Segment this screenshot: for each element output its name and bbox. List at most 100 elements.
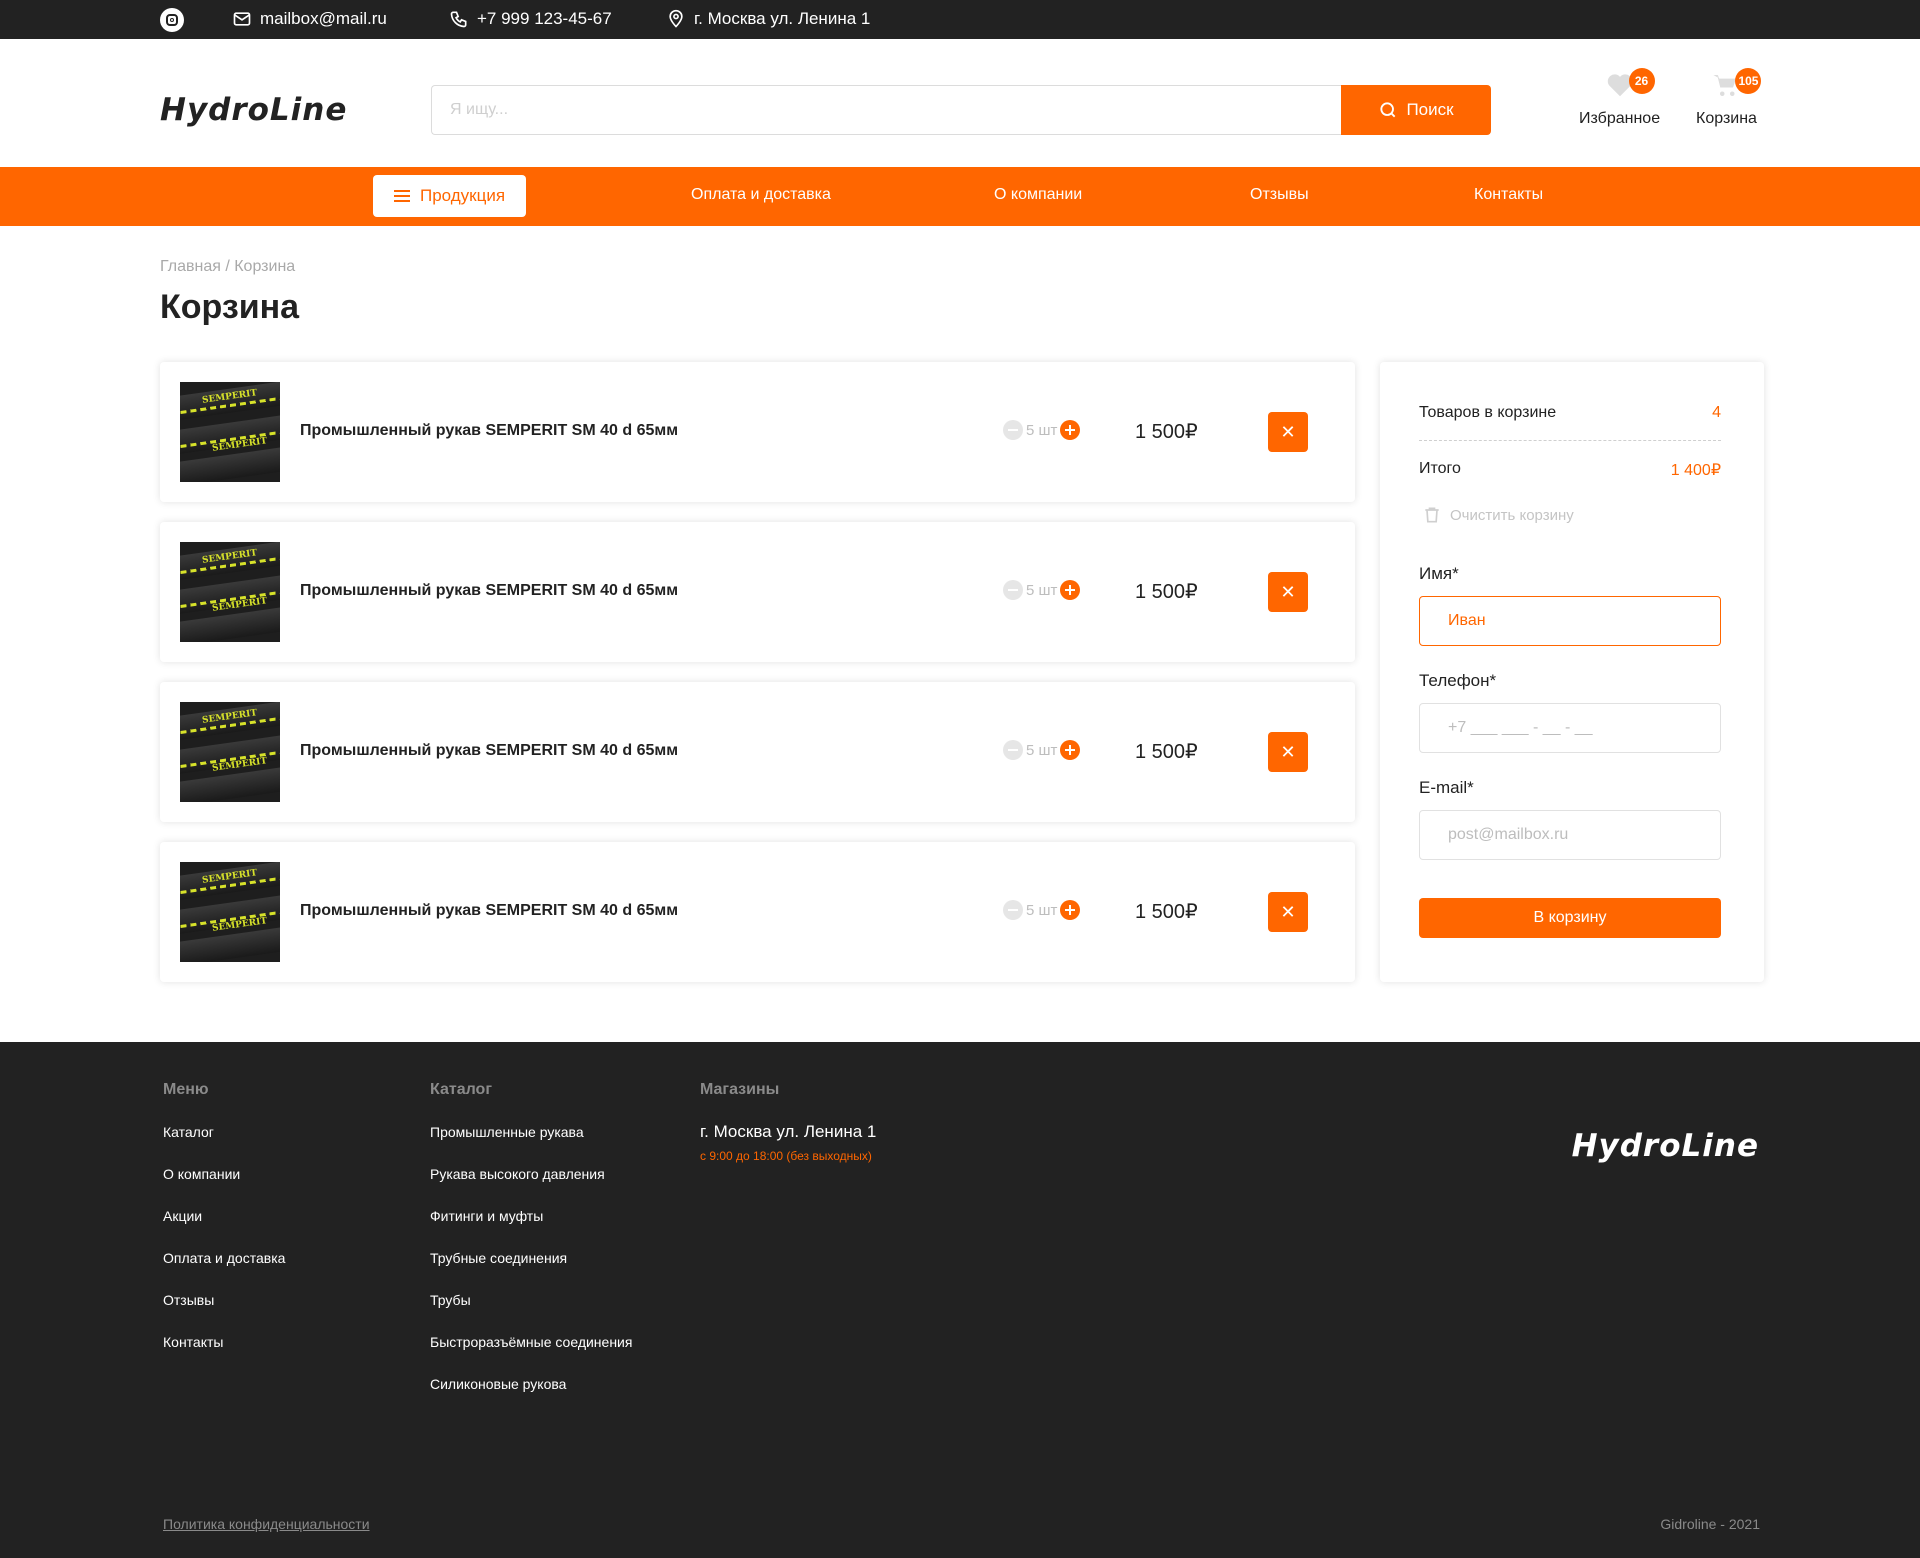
product-image[interactable]: SEMPERIT SEMPERIT — [180, 862, 280, 962]
cart-label: Корзина — [1696, 110, 1757, 127]
plus-icon[interactable] — [1060, 740, 1081, 760]
favorites-count-badge: 26 — [1628, 68, 1655, 94]
name-field-label: Имя* — [1419, 564, 1459, 583]
close-icon: ✕ — [1280, 581, 1296, 602]
minus-icon[interactable] — [1003, 740, 1023, 760]
mail-icon — [233, 12, 251, 26]
topbar-phone-text: +7 999 123-45-67 — [477, 9, 612, 28]
remove-item-button[interactable]: ✕ — [1268, 732, 1308, 772]
footer-catalog-link[interactable]: Силиконовые рукова — [430, 1376, 566, 1392]
product-image[interactable]: SEMPERIT SEMPERIT — [180, 382, 280, 482]
product-name[interactable]: Промышленный рукав SEMPERIT SM 40 d 65мм — [300, 582, 678, 600]
total-row: Итого 1 400₽ — [1419, 460, 1721, 480]
footer-menu-link[interactable]: Отзывы — [163, 1292, 214, 1308]
favorites-button[interactable]: 26 Избранное — [1579, 68, 1661, 128]
minus-icon[interactable] — [1003, 900, 1023, 920]
quantity-stepper: 5 шт — [1003, 580, 1081, 600]
quantity-value: 5 шт — [1026, 421, 1058, 439]
cart-item: SEMPERIT SEMPERIT Промышленный рукав SEMPE… — [160, 522, 1355, 662]
cart-button[interactable]: 105 Корзина — [1696, 68, 1762, 128]
breadcrumb[interactable]: Главная / Корзина — [160, 258, 295, 276]
product-name[interactable]: Промышленный рукав SEMPERIT SM 40 d 65мм — [300, 422, 678, 440]
nav-link-reviews[interactable]: Отзывы — [1250, 186, 1309, 204]
trash-icon — [1425, 507, 1439, 523]
quantity-value: 5 шт — [1026, 741, 1058, 759]
email-field[interactable]: post@mailbox.ru — [1419, 810, 1721, 860]
items-count-row: Товаров в корзине 4 — [1419, 404, 1721, 422]
clear-cart-button[interactable]: Очистить корзину — [1422, 505, 1574, 525]
footer-menu-link[interactable]: Контакты — [163, 1334, 223, 1350]
submit-order-button[interactable]: В корзину — [1419, 898, 1721, 938]
phone-icon — [450, 11, 467, 28]
email-field-label: E-mail* — [1419, 778, 1474, 797]
footer-menu-link[interactable]: Оплата и доставка — [163, 1250, 285, 1266]
summary-divider — [1419, 440, 1721, 441]
search-bar: Поиск — [431, 85, 1491, 135]
page-title: Корзина — [160, 288, 300, 326]
nav-link-contacts[interactable]: Контакты — [1474, 186, 1543, 204]
main-nav: Продукция Оплата и доставка О компании О… — [0, 167, 1920, 226]
total-value: 1 400₽ — [1670, 462, 1721, 479]
footer-catalog-title: Каталог — [430, 1081, 492, 1098]
cart-item: SEMPERIT SEMPERIT Промышленный рукав SEMPE… — [160, 362, 1355, 502]
footer: Меню Каталог О компании Акции Оплата и дост… — [0, 1042, 1920, 1558]
remove-item-button[interactable]: ✕ — [1268, 892, 1308, 932]
copyright: Gidroline - 2021 — [1660, 1516, 1760, 1532]
search-button-label: Поиск — [1406, 100, 1454, 119]
product-price: 1 500₽ — [1135, 901, 1198, 923]
product-name[interactable]: Промышленный рукав SEMPERIT SM 40 d 65мм — [300, 742, 678, 760]
products-menu-button[interactable]: Продукция — [373, 175, 526, 217]
footer-menu-link[interactable]: Акции — [163, 1208, 202, 1224]
items-count-value: 4 — [1712, 404, 1721, 421]
store-hours: с 9:00 до 18:00 (без выходных) — [700, 1149, 872, 1163]
footer-menu-link[interactable]: О компании — [163, 1166, 240, 1182]
footer-logo[interactable]: HydroLine — [1572, 1128, 1759, 1164]
nav-link-about[interactable]: О компании — [994, 186, 1082, 204]
footer-catalog-link[interactable]: Трубы — [430, 1292, 471, 1308]
product-image[interactable]: SEMPERIT SEMPERIT — [180, 542, 280, 642]
footer-menu-link[interactable]: Каталог — [163, 1124, 214, 1140]
instagram-icon[interactable] — [160, 8, 184, 32]
privacy-policy-link[interactable]: Политика конфиденциальности — [163, 1516, 370, 1532]
product-name[interactable]: Промышленный рукав SEMPERIT SM 40 d 65мм — [300, 902, 678, 920]
search-icon — [1380, 102, 1396, 118]
plus-icon[interactable] — [1060, 900, 1081, 920]
items-count-label: Товаров в корзине — [1419, 404, 1557, 421]
clear-cart-label: Очистить корзину — [1450, 506, 1574, 524]
product-price: 1 500₽ — [1135, 581, 1198, 603]
cart-count-badge: 105 — [1735, 68, 1762, 94]
order-summary: Товаров в корзине 4 Итого 1 400₽ Очистит… — [1380, 362, 1764, 982]
topbar-address-text: г. Москва ул. Ленина 1 — [694, 9, 871, 28]
quantity-value: 5 шт — [1026, 901, 1058, 919]
minus-icon[interactable] — [1003, 420, 1023, 440]
favorites-label: Избранное — [1579, 110, 1661, 127]
footer-catalog-link[interactable]: Трубные соединения — [430, 1250, 567, 1266]
close-icon: ✕ — [1280, 741, 1296, 762]
plus-icon[interactable] — [1060, 420, 1081, 440]
location-pin-icon — [669, 9, 683, 28]
topbar-email[interactable]: mailbox@mail.ru — [232, 9, 387, 29]
phone-field[interactable]: +7 ___ ___ - __ - __ — [1419, 703, 1721, 753]
menu-icon — [393, 190, 410, 202]
product-image[interactable]: SEMPERIT SEMPERIT — [180, 702, 280, 802]
footer-catalog-link[interactable]: Промышленные рукава — [430, 1124, 584, 1140]
cart-item: SEMPERIT SEMPERIT Промышленный рукав SEMPE… — [160, 682, 1355, 822]
minus-icon[interactable] — [1003, 580, 1023, 600]
name-field[interactable]: Иван — [1419, 596, 1721, 646]
footer-catalog-link[interactable]: Рукава высокого давления — [430, 1166, 605, 1182]
footer-catalog-link[interactable]: Быстроразъёмные соединения — [430, 1334, 632, 1350]
quantity-stepper: 5 шт — [1003, 900, 1081, 920]
close-icon: ✕ — [1280, 421, 1296, 442]
topbar-phone[interactable]: +7 999 123-45-67 — [449, 9, 612, 29]
remove-item-button[interactable]: ✕ — [1268, 572, 1308, 612]
nav-link-payment-delivery[interactable]: Оплата и доставка — [691, 186, 831, 204]
quantity-value: 5 шт — [1026, 581, 1058, 599]
search-input[interactable] — [431, 85, 1343, 135]
remove-item-button[interactable]: ✕ — [1268, 412, 1308, 452]
search-button[interactable]: Поиск — [1341, 85, 1491, 135]
top-bar: mailbox@mail.ru +7 999 123-45-67 г. Моск… — [0, 0, 1920, 39]
plus-icon[interactable] — [1060, 580, 1081, 600]
site-logo[interactable]: HydroLine — [160, 92, 347, 128]
topbar-address: г. Москва ул. Ленина 1 — [666, 9, 870, 29]
footer-catalog-link[interactable]: Фитинги и муфты — [430, 1208, 543, 1224]
